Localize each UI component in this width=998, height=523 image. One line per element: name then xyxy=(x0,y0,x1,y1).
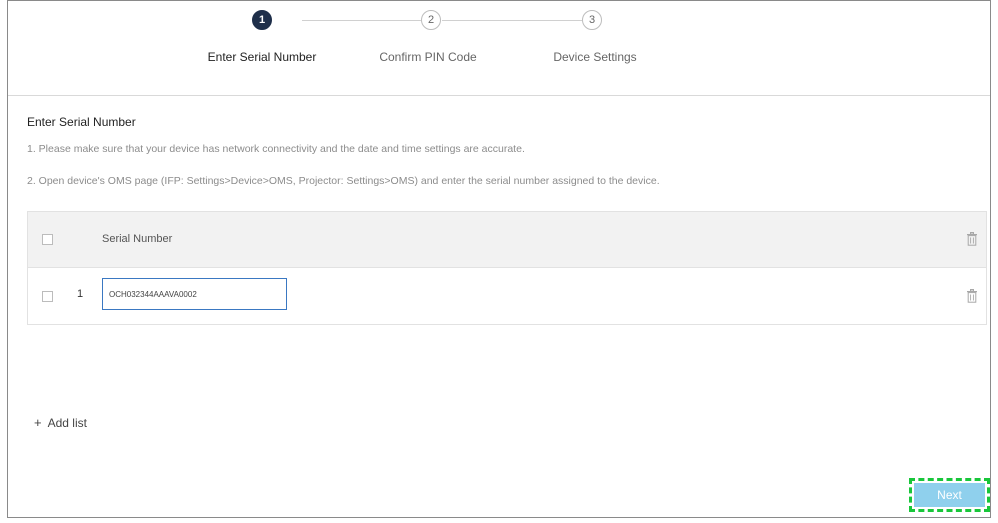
step-1-indicator: 1 xyxy=(252,10,272,30)
step-connector xyxy=(302,20,421,21)
next-button-highlight: Next xyxy=(909,478,990,512)
instruction-1: 1. Please make sure that your device has… xyxy=(27,143,525,155)
plus-icon: + xyxy=(34,415,42,430)
select-all-checkbox[interactable] xyxy=(42,234,53,245)
section-title: Enter Serial Number xyxy=(27,115,136,129)
add-list-label: Add list xyxy=(47,416,87,430)
stepper: 1 2 3 Enter Serial Number Confirm PIN Co… xyxy=(8,1,990,96)
step-2-label: Confirm PIN Code xyxy=(379,50,477,64)
step-2-indicator: 2 xyxy=(421,10,441,30)
trash-icon[interactable] xyxy=(966,232,978,246)
serial-number-column-header: Serial Number xyxy=(102,233,173,245)
row-checkbox[interactable] xyxy=(42,291,53,302)
table-header: Serial Number xyxy=(28,212,986,268)
table-row: 1 xyxy=(28,268,986,324)
step-1-label: Enter Serial Number xyxy=(207,50,317,64)
add-list-button[interactable]: + Add list xyxy=(34,415,87,430)
row-index: 1 xyxy=(77,288,84,300)
step-connector xyxy=(442,20,582,21)
step-3-indicator: 3 xyxy=(582,10,602,30)
instruction-2: 2. Open device's OMS page (IFP: Settings… xyxy=(27,175,660,187)
trash-icon[interactable] xyxy=(966,289,978,303)
dialog-frame: 1 2 3 Enter Serial Number Confirm PIN Co… xyxy=(7,0,991,518)
serial-number-input[interactable] xyxy=(102,278,287,310)
next-button[interactable]: Next xyxy=(914,483,985,507)
step-3-label: Device Settings xyxy=(553,50,637,64)
serial-number-table: Serial Number 1 xyxy=(27,211,987,325)
